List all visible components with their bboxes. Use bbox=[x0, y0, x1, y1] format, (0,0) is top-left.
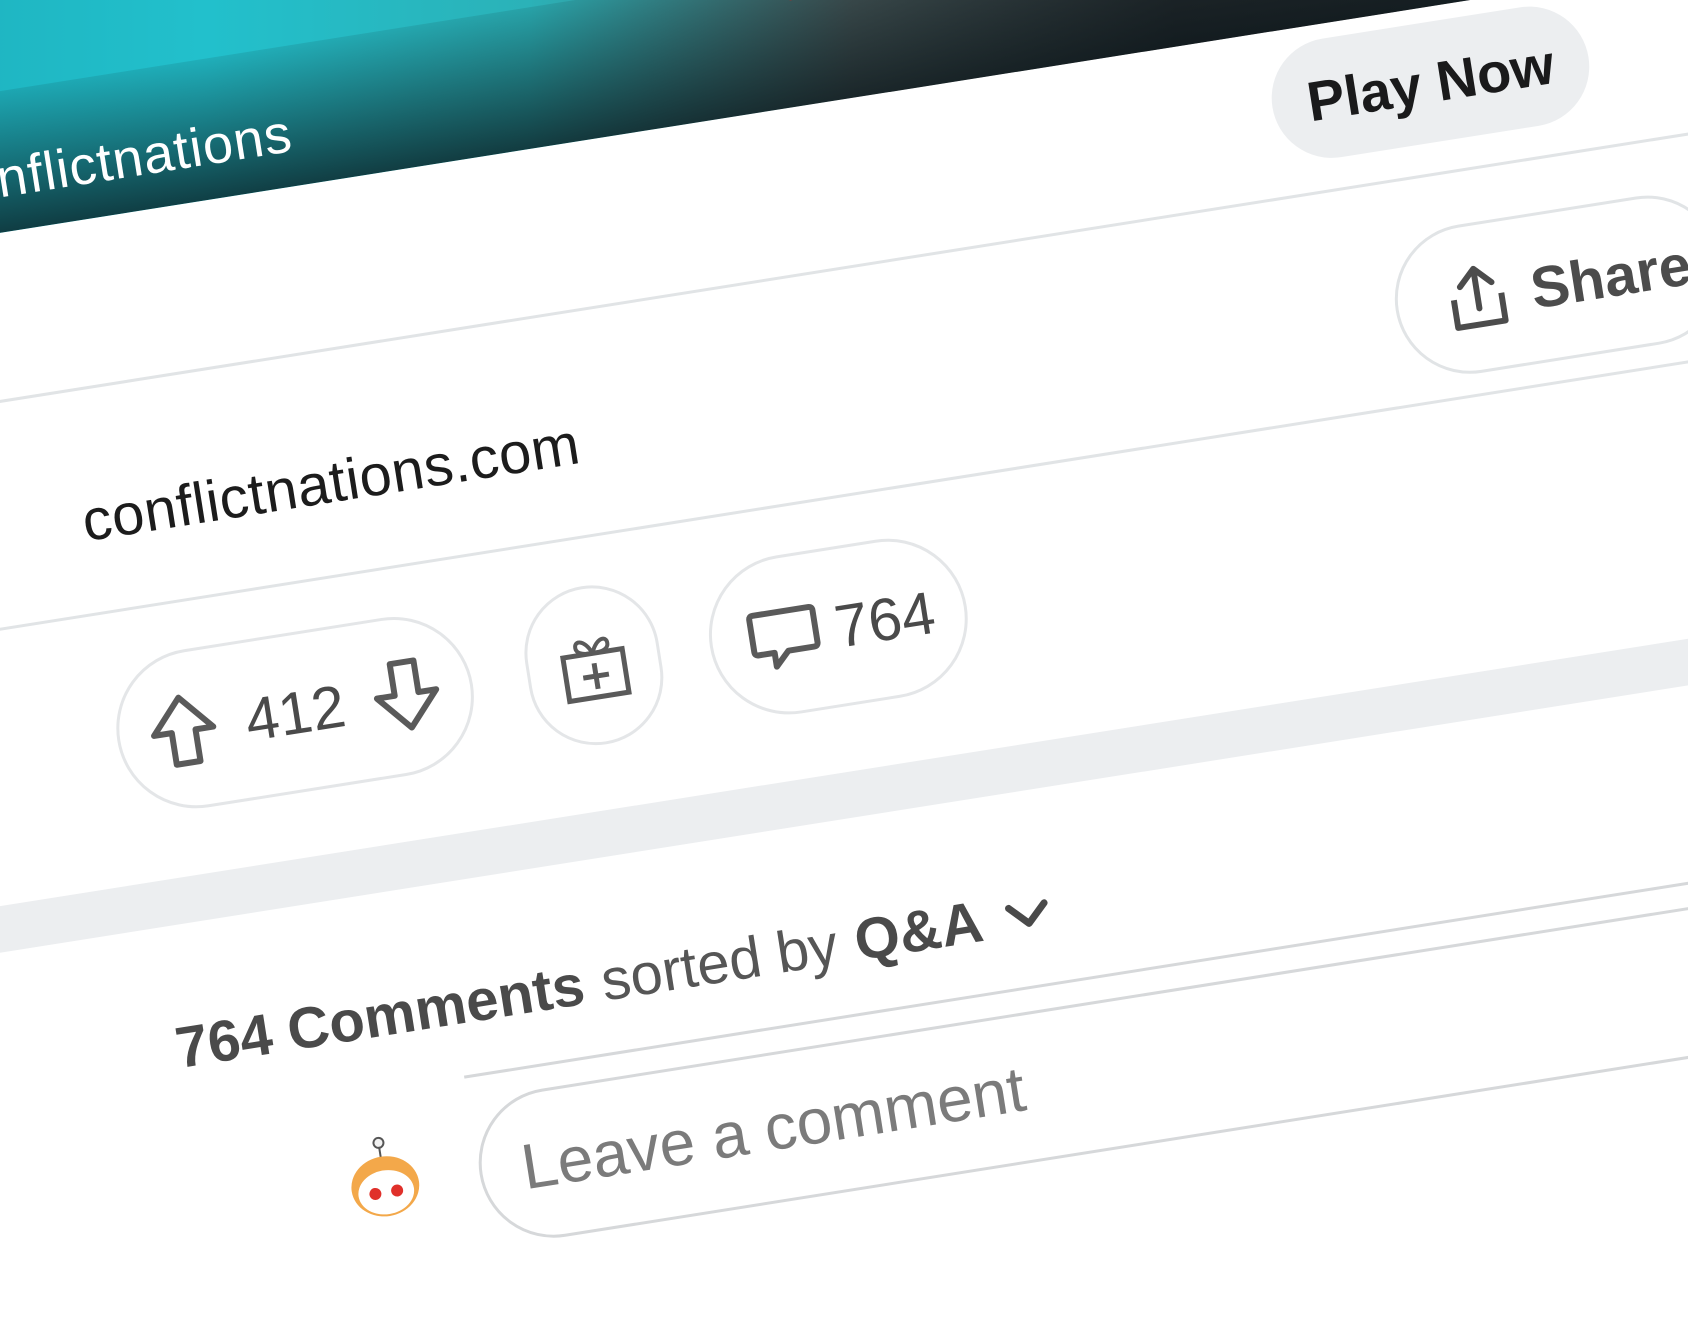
post-ad-card: conflictnations Play Now conflictnations… bbox=[0, 0, 1688, 1249]
share-label: Share bbox=[1525, 231, 1688, 322]
share-button[interactable]: Share bbox=[1384, 184, 1688, 385]
vote-score: 412 bbox=[240, 671, 350, 754]
award-button[interactable] bbox=[514, 575, 674, 755]
comment-input[interactable]: Leave a comment bbox=[467, 834, 1688, 1249]
comment-count: 764 bbox=[830, 578, 940, 661]
share-icon bbox=[1450, 265, 1509, 331]
vote-controls: 412 bbox=[104, 605, 486, 820]
comments-count-label: 764 Comments bbox=[171, 952, 589, 1081]
sorted-by-text: sorted by bbox=[596, 912, 843, 1014]
comments-button[interactable]: 764 bbox=[697, 527, 980, 726]
sort-value[interactable]: Q&A bbox=[850, 888, 988, 974]
play-now-button[interactable]: Play Now bbox=[1263, 0, 1598, 167]
upvote-icon[interactable] bbox=[142, 686, 225, 774]
downvote-icon[interactable] bbox=[365, 651, 448, 739]
comment-icon bbox=[746, 604, 821, 670]
user-avatar bbox=[351, 1136, 420, 1217]
comment-placeholder: Leave a comment bbox=[516, 1052, 1031, 1204]
ad-domain-link[interactable]: conflictnations.com bbox=[77, 410, 585, 555]
chevron-down-icon[interactable] bbox=[1004, 896, 1052, 933]
gift-icon bbox=[559, 636, 632, 705]
